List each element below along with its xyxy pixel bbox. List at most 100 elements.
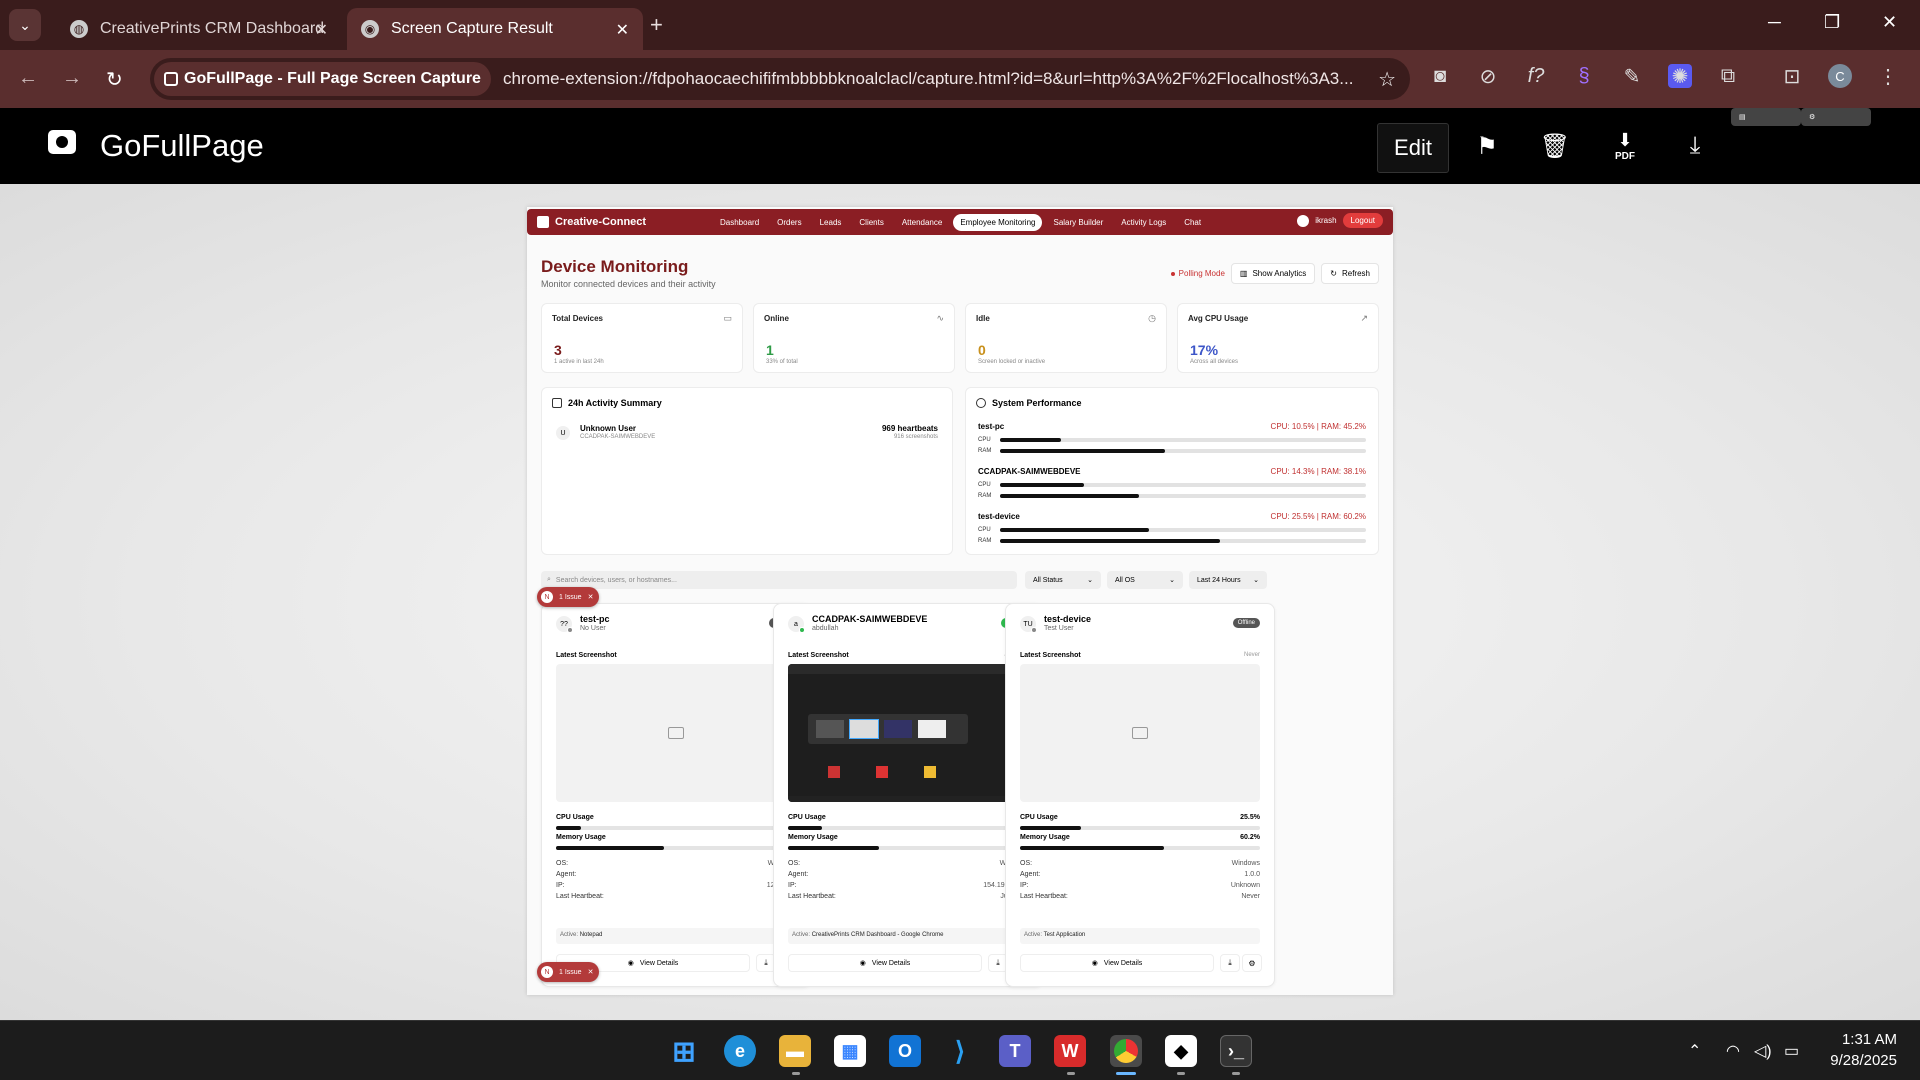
ip-value: Unknown (1230, 882, 1260, 889)
wps-office-icon[interactable]: W (1054, 1035, 1086, 1067)
gear-extension-icon[interactable]: ✺ (1668, 64, 1692, 88)
forward-icon[interactable]: → (62, 67, 82, 90)
s-extension-icon[interactable]: § (1572, 64, 1596, 88)
screenshot-thumbnail[interactable] (788, 664, 1028, 802)
agent-value: 1.0.0 (1244, 871, 1260, 878)
refresh-icon: ↻ (1330, 269, 1337, 278)
nav-link[interactable]: Attendance (895, 214, 949, 231)
menu-icon[interactable]: ⋮ (1876, 64, 1900, 88)
puzzle-icon[interactable]: ⧉ (1716, 64, 1740, 88)
activity-row[interactable]: U Unknown User CCADPAK-SAIMWEBDEVE 969 h… (556, 424, 938, 444)
windows-start-icon[interactable]: ⊞ (668, 1035, 700, 1067)
settings-button[interactable]: ⚙ (1242, 954, 1262, 972)
close-tab-icon[interactable]: ✕ (315, 20, 328, 40)
screenshot-icon[interactable]: ⊡ (1780, 64, 1804, 88)
download-button[interactable]: ⤓ (1220, 954, 1240, 972)
restore-icon[interactable]: ❐ (1824, 12, 1840, 33)
close-tab-icon[interactable]: ✕ (616, 20, 629, 40)
camera-extension-icon[interactable]: ◙ (1428, 64, 1452, 88)
nav-link[interactable]: Employee Monitoring (953, 213, 1043, 231)
close-window-icon[interactable]: ✕ (1882, 12, 1897, 33)
browser-toolbar: ← → ↻ GoFullPage - Full Page Screen Capt… (0, 50, 1920, 108)
status-dot-icon (799, 627, 805, 633)
cpu-label: CPU (978, 482, 991, 488)
system-clock[interactable]: 1:31 AM 9/28/2025 (1830, 1029, 1897, 1071)
cpu-value: 25.5% (1240, 814, 1260, 821)
status-select[interactable]: All Status ⌄ (1025, 571, 1101, 589)
vscode-icon[interactable]: ⟩ (944, 1035, 976, 1067)
view-details-button[interactable]: ◉ View Details (788, 954, 982, 972)
perf-stats: CPU: 10.5% | RAM: 45.2% (1270, 422, 1366, 431)
brand-logo-icon (537, 216, 549, 228)
teams-icon[interactable]: T (999, 1035, 1031, 1067)
minimize-icon[interactable]: ─ (1768, 12, 1781, 33)
device-name: test-pc (580, 614, 610, 624)
outlook-icon[interactable]: O (889, 1035, 921, 1067)
chevron-down-icon: ⌄ (19, 16, 31, 33)
perf-row: CCADPAK-SAIMWEBDEVE CPU: 14.3% | RAM: 38.… (978, 467, 1366, 507)
battery-icon[interactable]: ▭ (1784, 1041, 1799, 1061)
settings-gear-icon[interactable]: ⚙ (1801, 108, 1871, 126)
wifi-icon[interactable]: ◠ (1726, 1041, 1740, 1061)
trending-up-icon: ↗ (1360, 313, 1368, 323)
chrome-icon[interactable] (1110, 1035, 1142, 1067)
nav-link[interactable]: Orders (770, 214, 808, 231)
compass-extension-icon[interactable]: ⊘ (1476, 64, 1500, 88)
nav-link[interactable]: Chat (1177, 214, 1208, 231)
font-extension-icon[interactable]: f? (1524, 64, 1548, 88)
nav-link[interactable]: Activity Logs (1114, 214, 1173, 231)
eyedropper-icon[interactable]: ✎ (1620, 64, 1644, 88)
app-brand[interactable]: Creative-Connect (537, 216, 646, 228)
reload-icon[interactable]: ↻ (106, 67, 123, 92)
windows-taskbar: ⊞ e ▬ ▦ O ⟩ T W ◆ ›_ ⌃ ◠ ◁) ▭ 1:31 AM 9/… (0, 1020, 1920, 1080)
tab-screen-capture[interactable]: ◉ Screen Capture Result ✕ (347, 8, 643, 50)
device-card: ??test-pcNo UserOfflineLatest Screenshot… (541, 603, 811, 987)
memory-value: 60.2% (1240, 834, 1260, 841)
time-range-select[interactable]: Last 24 Hours ⌄ (1189, 571, 1267, 589)
issue-badge[interactable]: N 1 Issue ✕ (537, 587, 600, 607)
browser-tab-strip: ⌄ ◍ CreativePrints CRM Dashboard ✕ ◉ Scr… (0, 0, 1920, 50)
search-input[interactable]: ⌕ Search devices, users, or hostnames... (541, 571, 1017, 589)
download-pdf-button[interactable]: ⬇ PDF (1590, 108, 1660, 184)
nav-link[interactable]: Clients (852, 214, 890, 231)
flag-icon[interactable]: ⚑ (1452, 108, 1522, 184)
store-icon[interactable]: ▦ (834, 1035, 866, 1067)
bookmark-star-icon[interactable]: ☆ (1378, 67, 1396, 92)
ram-label: RAM (978, 493, 992, 499)
profile-avatar[interactable]: C (1828, 64, 1852, 88)
cube-app-icon[interactable]: ◆ (1165, 1035, 1197, 1067)
back-icon[interactable]: ← (18, 67, 38, 90)
gofullpage-title: GoFullPage (100, 128, 264, 163)
close-icon[interactable]: ✕ (588, 968, 594, 976)
close-icon[interactable]: ✕ (588, 593, 594, 601)
show-analytics-button[interactable]: ▥ Show Analytics (1230, 263, 1316, 284)
issue-badge[interactable]: N 1 Issue ✕ (537, 962, 600, 982)
device-card: aCCADPAK-SAIMWEBDEVEabdullahOnlineLatest… (773, 603, 1043, 987)
refresh-button[interactable]: ↻ Refresh (1321, 263, 1379, 284)
document-icon[interactable]: ▤ (1731, 108, 1801, 126)
chevron-down-icon: ⌄ (1087, 577, 1093, 584)
site-chip[interactable]: GoFullPage - Full Page Screen Capture (154, 62, 491, 96)
trash-icon[interactable]: 🗑 (1520, 108, 1590, 184)
os-select[interactable]: All OS ⌄ (1107, 571, 1183, 589)
terminal-icon[interactable]: ›_ (1220, 1035, 1252, 1067)
view-details-button[interactable]: ◉ View Details (1020, 954, 1214, 972)
nav-link[interactable]: Leads (813, 214, 849, 231)
tab-search-button[interactable]: ⌄ (9, 9, 41, 41)
device-user: No User (580, 625, 606, 632)
logout-button[interactable]: Logout (1342, 213, 1383, 228)
new-tab-button[interactable]: + (650, 12, 663, 38)
volume-icon[interactable]: ◁) (1754, 1041, 1772, 1061)
stat-value: 0 (978, 342, 986, 358)
screenshot-titlebar (788, 664, 1028, 674)
edit-button[interactable]: Edit (1377, 123, 1449, 173)
filter-bar: ⌕ Search devices, users, or hostnames... … (541, 571, 1379, 589)
download-icon[interactable]: ⤓ (1660, 108, 1730, 184)
nav-link[interactable]: Salary Builder (1046, 214, 1110, 231)
edge-icon[interactable]: e (724, 1035, 756, 1067)
chevron-up-icon[interactable]: ⌃ (1688, 1041, 1701, 1061)
file-explorer-icon[interactable]: ▬ (779, 1035, 811, 1067)
tab-crm-dashboard[interactable]: ◍ CreativePrints CRM Dashboard ✕ (56, 8, 342, 50)
nav-link[interactable]: Dashboard (713, 214, 766, 231)
address-bar[interactable]: GoFullPage - Full Page Screen Capture ch… (150, 58, 1410, 100)
